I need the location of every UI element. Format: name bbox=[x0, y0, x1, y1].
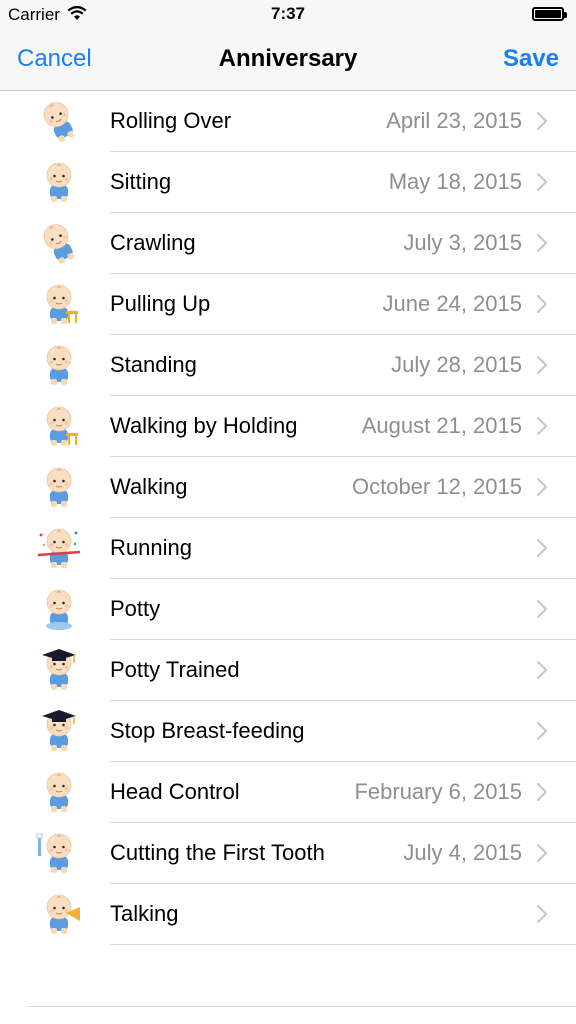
milestone-label: Running bbox=[110, 535, 192, 560]
battery-icon bbox=[532, 7, 567, 21]
baby-pulling-up-icon bbox=[46, 284, 78, 324]
milestone-label: Pulling Up bbox=[110, 291, 211, 316]
chevron-right-icon bbox=[536, 111, 548, 131]
milestone-label: Walking by Holding bbox=[110, 413, 298, 438]
milestone-date: June 24, 2015 bbox=[382, 291, 522, 316]
milestone-row[interactable]: Stop Breast-feeding bbox=[0, 701, 576, 762]
milestone-label: Potty Trained bbox=[110, 657, 240, 682]
milestone-date: July 3, 2015 bbox=[403, 230, 522, 255]
baby-rolling-over-icon bbox=[43, 102, 75, 142]
cancel-button[interactable]: Cancel bbox=[17, 45, 92, 73]
chevron-right-icon bbox=[536, 599, 548, 619]
milestone-row[interactable]: Rolling Over April 23, 2015 bbox=[0, 91, 576, 152]
status-bar: Carrier 7:37 bbox=[0, 0, 576, 30]
milestone-row[interactable]: Sitting May 18, 2015 bbox=[0, 152, 576, 213]
divider bbox=[28, 1006, 576, 1007]
baby-head-control-icon bbox=[46, 772, 72, 812]
milestone-label: Walking bbox=[110, 474, 188, 499]
milestone-label: Standing bbox=[110, 352, 197, 377]
milestone-list: Rolling Over April 23, 2015 Sitting May 18,… bbox=[0, 91, 576, 945]
milestone-label: Sitting bbox=[110, 169, 172, 194]
milestone-date: August 21, 2015 bbox=[361, 413, 522, 438]
baby-standing-icon bbox=[46, 345, 72, 385]
chevron-right-icon bbox=[536, 233, 548, 253]
milestone-date: July 4, 2015 bbox=[403, 840, 522, 865]
milestone-row[interactable]: Walking by Holding August 21, 2015 bbox=[0, 396, 576, 457]
milestone-row[interactable]: Potty bbox=[0, 579, 576, 640]
milestone-label: Crawling bbox=[110, 230, 196, 255]
milestone-row[interactable]: Running bbox=[0, 518, 576, 579]
milestone-date: July 28, 2015 bbox=[391, 352, 522, 377]
milestone-row[interactable]: Pulling Up June 24, 2015 bbox=[0, 274, 576, 335]
milestone-label: Potty bbox=[110, 596, 161, 621]
chevron-right-icon bbox=[536, 538, 548, 558]
milestone-row[interactable]: Walking October 12, 2015 bbox=[0, 457, 576, 518]
chevron-right-icon bbox=[536, 660, 548, 680]
milestone-date: February 6, 2015 bbox=[354, 779, 522, 804]
baby-talking-icon bbox=[46, 894, 80, 934]
milestone-label: Stop Breast-feeding bbox=[110, 718, 305, 743]
baby-sitting-icon bbox=[46, 162, 72, 202]
save-button[interactable]: Save bbox=[503, 45, 559, 73]
chevron-right-icon bbox=[536, 843, 548, 863]
baby-potty-icon bbox=[46, 589, 72, 630]
baby-walking-icon bbox=[46, 467, 72, 507]
milestone-label: Head Control bbox=[110, 779, 240, 804]
chevron-right-icon bbox=[536, 721, 548, 741]
milestone-label: Talking bbox=[110, 901, 179, 926]
baby-walking-holding-icon bbox=[46, 406, 78, 446]
milestone-date: April 23, 2015 bbox=[386, 108, 522, 133]
chevron-right-icon bbox=[536, 294, 548, 314]
milestone-row[interactable]: Head Control February 6, 2015 bbox=[0, 762, 576, 823]
navigation-bar: Cancel Anniversary Save bbox=[0, 30, 576, 91]
milestone-label: Cutting the First Tooth bbox=[110, 840, 325, 865]
baby-graduate-icon bbox=[42, 649, 76, 690]
chevron-right-icon bbox=[536, 782, 548, 802]
milestone-date: May 18, 2015 bbox=[388, 169, 522, 194]
chevron-right-icon bbox=[536, 172, 548, 192]
status-time: 7:37 bbox=[270, 4, 306, 23]
milestone-row[interactable]: Standing July 28, 2015 bbox=[0, 335, 576, 396]
baby-crawling-icon bbox=[43, 224, 75, 264]
milestone-row[interactable]: Crawling July 3, 2015 bbox=[0, 213, 576, 274]
baby-tooth-icon bbox=[36, 833, 72, 873]
milestone-label: Rolling Over bbox=[110, 108, 232, 133]
baby-running-icon bbox=[37, 528, 81, 568]
milestone-row[interactable]: Talking bbox=[0, 884, 576, 945]
baby-graduate-icon bbox=[42, 710, 76, 751]
milestone-row[interactable]: Potty Trained bbox=[0, 640, 576, 701]
chevron-right-icon bbox=[536, 355, 548, 375]
chevron-right-icon bbox=[536, 477, 548, 497]
chevron-right-icon bbox=[536, 416, 548, 436]
milestone-row[interactable]: Cutting the First Tooth July 4, 2015 bbox=[0, 823, 576, 884]
milestone-date: October 12, 2015 bbox=[351, 474, 522, 499]
chevron-right-icon bbox=[536, 904, 548, 924]
